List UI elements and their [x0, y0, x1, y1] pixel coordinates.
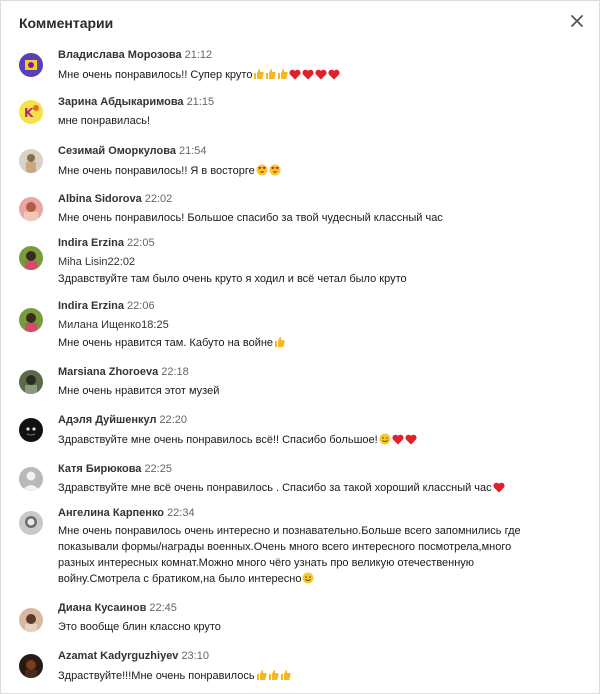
comment-author[interactable]: Диана Кусаинов	[58, 602, 146, 614]
avatar[interactable]	[19, 418, 43, 442]
comment-text-row: мне понравилась!	[58, 115, 150, 127]
comment-text: Здраствуйте!!!Мне очень понравилось	[58, 670, 255, 682]
reply-quote[interactable]: Miha Lisin22:02	[58, 256, 135, 268]
comment-text: Здравствуйте там было очень круто я ходи…	[58, 273, 407, 285]
comment-time: 23:10	[181, 650, 209, 662]
comment-text-row: Здравствуйте мне очень понравилось всё!!…	[58, 433, 417, 448]
thumbs-up-icon	[280, 669, 291, 684]
comment-time: 22:45	[149, 602, 177, 614]
comment-text: Мне очень нравится этот музей	[58, 385, 220, 397]
heart-eyes-icon	[269, 164, 281, 179]
reply-quote[interactable]: Милана Ищенко18:25	[58, 319, 169, 331]
smile-icon	[302, 572, 314, 589]
avatar[interactable]	[19, 149, 43, 173]
comment-author[interactable]: Marsiana Zhoroeva	[58, 366, 158, 378]
comment-time: 22:25	[144, 463, 172, 475]
comment-author[interactable]: Azamat Kadyrguzhiyev	[58, 650, 178, 662]
comment-text-row: Здравствуйте там было очень круто я ходи…	[58, 273, 407, 285]
heart-eyes-icon	[256, 164, 268, 179]
comment-author[interactable]: Indira Erzina	[58, 237, 124, 249]
comment-time: 21:12	[184, 49, 213, 61]
avatar[interactable]	[19, 197, 43, 221]
avatar[interactable]	[19, 370, 43, 394]
comment-text: Мне очень понравилось!! Я в восторге	[58, 165, 255, 177]
comment-text: Мне очень нравится там. Кабуто на войне	[58, 337, 274, 349]
comment-author[interactable]: Адэля Дуйшенкул	[58, 414, 156, 426]
smile-icon	[379, 433, 391, 448]
avatar[interactable]	[19, 608, 43, 632]
comment-text: Мне очень понравилось!! Супер круто	[58, 69, 253, 81]
thumbs-up-icon	[268, 669, 279, 684]
heart-icon	[315, 69, 328, 83]
comment-author[interactable]: Сезимай Оморкулова	[58, 145, 176, 157]
close-icon[interactable]	[566, 10, 588, 32]
comment-text-row: Мне очень понравилось!! Я в восторге	[58, 164, 281, 179]
avatar[interactable]	[19, 53, 43, 77]
comment-time: 22:34	[167, 507, 195, 519]
thumbs-up-icon	[253, 68, 265, 83]
avatar[interactable]	[19, 308, 43, 332]
avatar[interactable]	[19, 654, 43, 678]
avatar[interactable]	[19, 246, 43, 270]
heart-icon	[302, 69, 315, 83]
comment-text: Здравствуйте мне всё очень понравилось .…	[58, 482, 492, 494]
heart-icon	[405, 434, 417, 448]
comment-author[interactable]: Ангелина Карпенко	[58, 507, 164, 519]
comment-text: Мне очень понравилось очень интересно и …	[58, 525, 521, 585]
comment-text-row: Мне очень нравится там. Кабуто на войне	[58, 336, 285, 351]
heart-icon	[289, 69, 302, 83]
avatar[interactable]: K	[19, 100, 43, 124]
comment-time: 22:06	[127, 300, 155, 312]
comment-author[interactable]: Владислава Морозова	[58, 49, 182, 61]
comment-text-row: Это вообще блин классно круто	[58, 621, 221, 633]
dialog-title: Комментарии	[19, 15, 114, 31]
comment-text-row: Здравствуйте мне всё очень понравилось .…	[58, 482, 505, 496]
thumbs-up-icon	[274, 336, 285, 351]
comment-author[interactable]: Indira Erzina	[58, 300, 124, 312]
comment-text: мне понравилась!	[58, 115, 151, 127]
comment-text: Мне очень понравилось! Большое спасибо з…	[58, 212, 443, 224]
thumbs-up-icon	[256, 669, 267, 684]
comment-text: Здравствуйте мне очень понравилось всё!!…	[58, 434, 378, 446]
comment-time: 21:15	[186, 96, 215, 108]
heart-icon	[392, 434, 404, 448]
comment-text-row: Мне очень нравится этот музей	[58, 385, 219, 397]
avatar[interactable]	[19, 511, 43, 535]
dialog-header: Комментарии	[0, 0, 600, 44]
comment-text: Это вообще блин классно круто	[58, 621, 221, 633]
comment-author[interactable]: Зарина Абдыкаримова	[58, 96, 184, 108]
heart-icon	[328, 69, 341, 83]
comment-time: 22:18	[161, 366, 189, 378]
comment-time: 21:54	[178, 145, 207, 157]
comment-text-row: Здраствуйте!!!Мне очень понравилось	[58, 669, 291, 684]
svg-text:K: K	[24, 106, 34, 120]
comment-time: 22:05	[127, 237, 155, 249]
heart-icon	[493, 482, 505, 496]
comment-text-row: Мне очень понравилось!! Супер круто	[58, 68, 341, 83]
comment-author[interactable]: Катя Бирюкова	[58, 463, 141, 475]
comment-author[interactable]: Albina Sidorova	[58, 193, 142, 205]
comment-text-row: Мне очень понравилось! Большое спасибо з…	[58, 212, 443, 224]
comment-time: 22:02	[144, 193, 173, 205]
avatar[interactable]	[19, 467, 43, 491]
comment-text-row: Мне очень понравилось очень интересно и …	[58, 523, 548, 589]
thumbs-up-icon	[265, 68, 277, 83]
comment-time: 22:20	[159, 414, 187, 426]
thumbs-up-icon	[277, 68, 289, 83]
